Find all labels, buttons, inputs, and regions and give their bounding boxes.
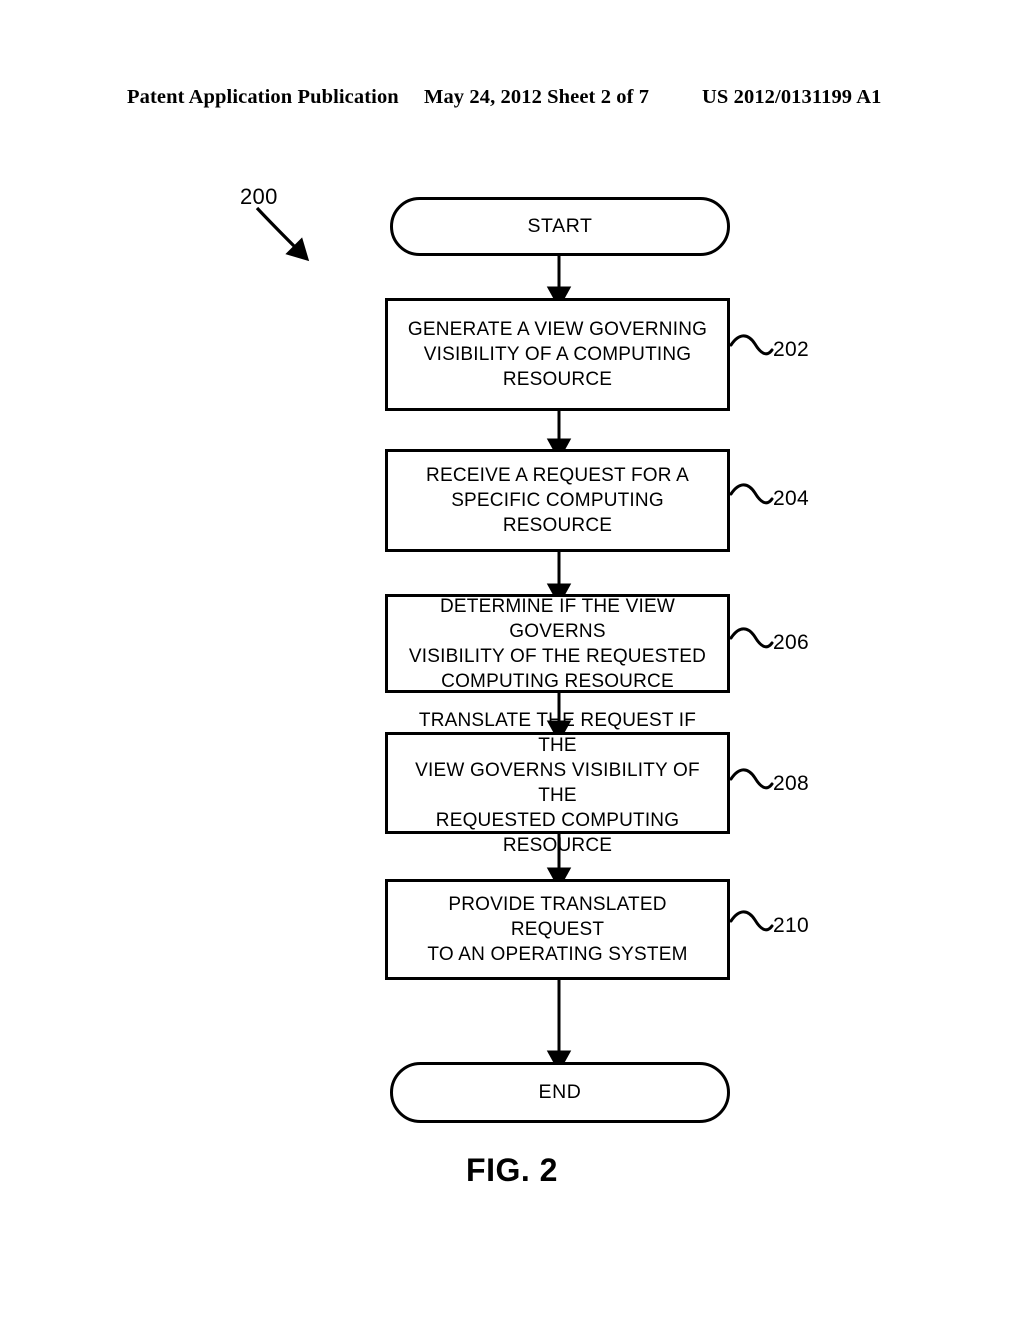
flowchart-node-end: END: [390, 1062, 730, 1123]
flowchart-node-202: GENERATE A VIEW GOVERNING VISIBILITY OF …: [385, 298, 730, 411]
callout-squiggle-202: [729, 334, 774, 356]
callout-squiggle-204: [729, 483, 774, 505]
flowchart-node-208-label: TRANSLATE THE REQUEST IF THE VIEW GOVERN…: [415, 710, 700, 856]
flowchart-node-210-label: PROVIDE TRANSLATED REQUEST TO AN OPERATI…: [427, 894, 688, 965]
flowchart-node-end-label: END: [538, 1081, 582, 1103]
reference-numeral-204: 204: [773, 487, 809, 510]
callout-squiggle-208: [729, 768, 774, 790]
reference-numeral-206: 206: [773, 631, 809, 654]
figure-leader-arrow: [255, 206, 310, 262]
flowchart-node-210: PROVIDE TRANSLATED REQUEST TO AN OPERATI…: [385, 879, 730, 980]
flowchart-node-206: DETERMINE IF THE VIEW GOVERNS VISIBILITY…: [385, 594, 730, 693]
flowchart-node-202-label: GENERATE A VIEW GOVERNING VISIBILITY OF …: [407, 319, 708, 390]
flowchart-node-208: TRANSLATE THE REQUEST IF THE VIEW GOVERN…: [385, 710, 730, 856]
reference-numeral-210: 210: [773, 914, 809, 937]
figure-number-label: 200: [240, 184, 278, 209]
flowchart-figure: 200 START GENERATE A VIEW GOVERNING VISI…: [0, 0, 1024, 1320]
reference-numeral-208: 208: [773, 772, 809, 795]
reference-numeral-202: 202: [773, 338, 809, 361]
flowchart-node-204-label: RECEIVE A REQUEST FOR A SPECIFIC COMPUTI…: [426, 465, 689, 536]
callout-squiggle-206: [729, 627, 774, 649]
figure-caption: FIG. 2: [466, 1152, 558, 1188]
flowchart-node-start-label: START: [527, 215, 593, 237]
flowchart-node-206-label: DETERMINE IF THE VIEW GOVERNS VISIBILITY…: [408, 595, 707, 692]
flowchart-node-204: RECEIVE A REQUEST FOR A SPECIFIC COMPUTI…: [385, 449, 730, 552]
flowchart-node-start: START: [390, 197, 730, 256]
callout-squiggle-210: [729, 910, 774, 932]
